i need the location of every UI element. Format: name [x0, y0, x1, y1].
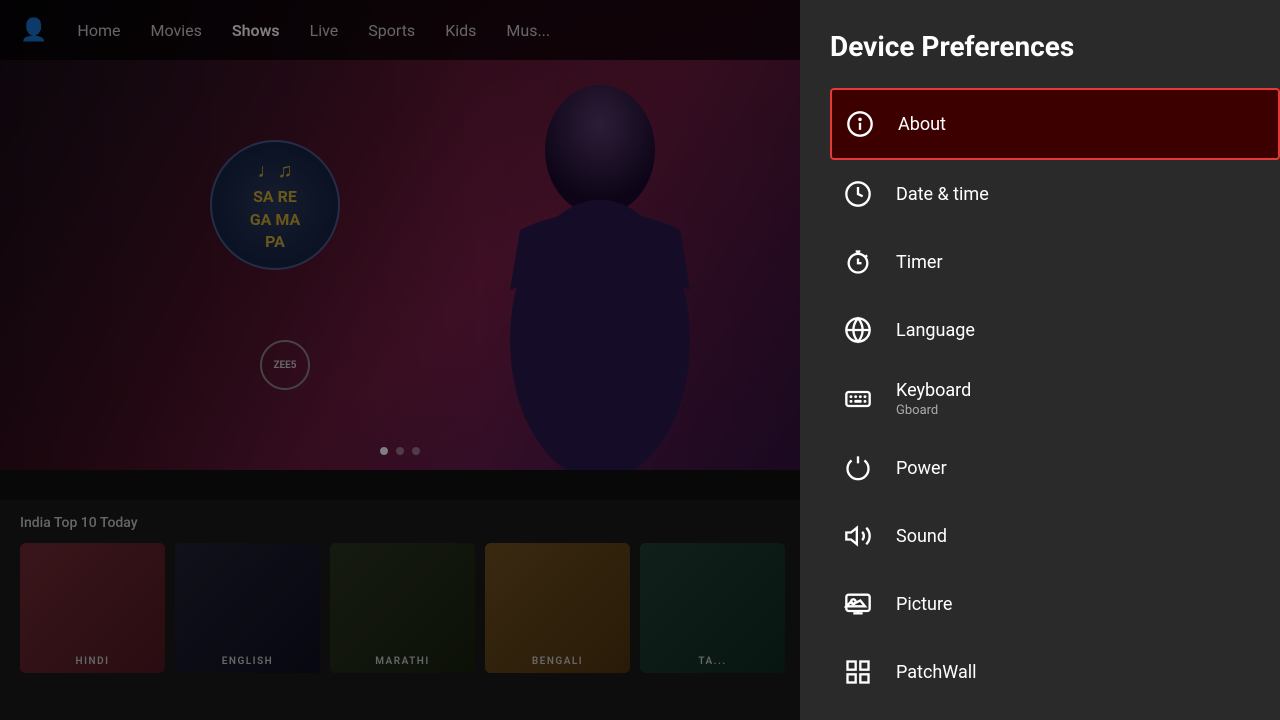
power-icon [840, 450, 876, 486]
date-time-text: Date & time [896, 184, 989, 205]
menu-item-power[interactable]: Power [830, 434, 1260, 502]
keyboard-text: Keyboard Gboard [896, 380, 971, 418]
info-icon [842, 106, 878, 142]
globe-icon [840, 312, 876, 348]
menu-item-picture[interactable]: Picture [830, 570, 1260, 638]
picture-label: Picture [896, 594, 952, 615]
menu-item-sound[interactable]: Sound [830, 502, 1260, 570]
timer-label: Timer [896, 252, 943, 273]
about-text: About [898, 114, 946, 135]
sound-icon [840, 518, 876, 554]
about-label: About [898, 114, 946, 135]
clock-icon [840, 176, 876, 212]
picture-icon [840, 586, 876, 622]
menu-item-timer[interactable]: Timer [830, 228, 1260, 296]
keyboard-sublabel: Gboard [896, 403, 971, 418]
menu-item-date-time[interactable]: Date & time [830, 160, 1260, 228]
menu-item-keyboard[interactable]: Keyboard Gboard [830, 364, 1260, 434]
menu-item-about[interactable]: About [830, 88, 1280, 160]
keyboard-label: Keyboard [896, 380, 971, 401]
grid-icon [840, 654, 876, 690]
device-preferences-panel: Device Preferences About Date & time [800, 0, 1280, 720]
patchwall-label: PatchWall [896, 662, 977, 683]
keyboard-icon [840, 381, 876, 417]
menu-item-language[interactable]: Language [830, 296, 1260, 364]
sidebar-overlay [0, 0, 800, 720]
timer-icon [840, 244, 876, 280]
menu-item-patchwall[interactable]: PatchWall [830, 638, 1260, 706]
patchwall-text: PatchWall [896, 662, 977, 683]
timer-text: Timer [896, 252, 943, 273]
language-label: Language [896, 320, 975, 341]
power-label: Power [896, 458, 947, 479]
sound-label: Sound [896, 526, 947, 547]
language-text: Language [896, 320, 975, 341]
picture-text: Picture [896, 594, 952, 615]
power-text: Power [896, 458, 947, 479]
sound-text: Sound [896, 526, 947, 547]
date-time-label: Date & time [896, 184, 989, 205]
sidebar-title: Device Preferences [830, 30, 1280, 63]
